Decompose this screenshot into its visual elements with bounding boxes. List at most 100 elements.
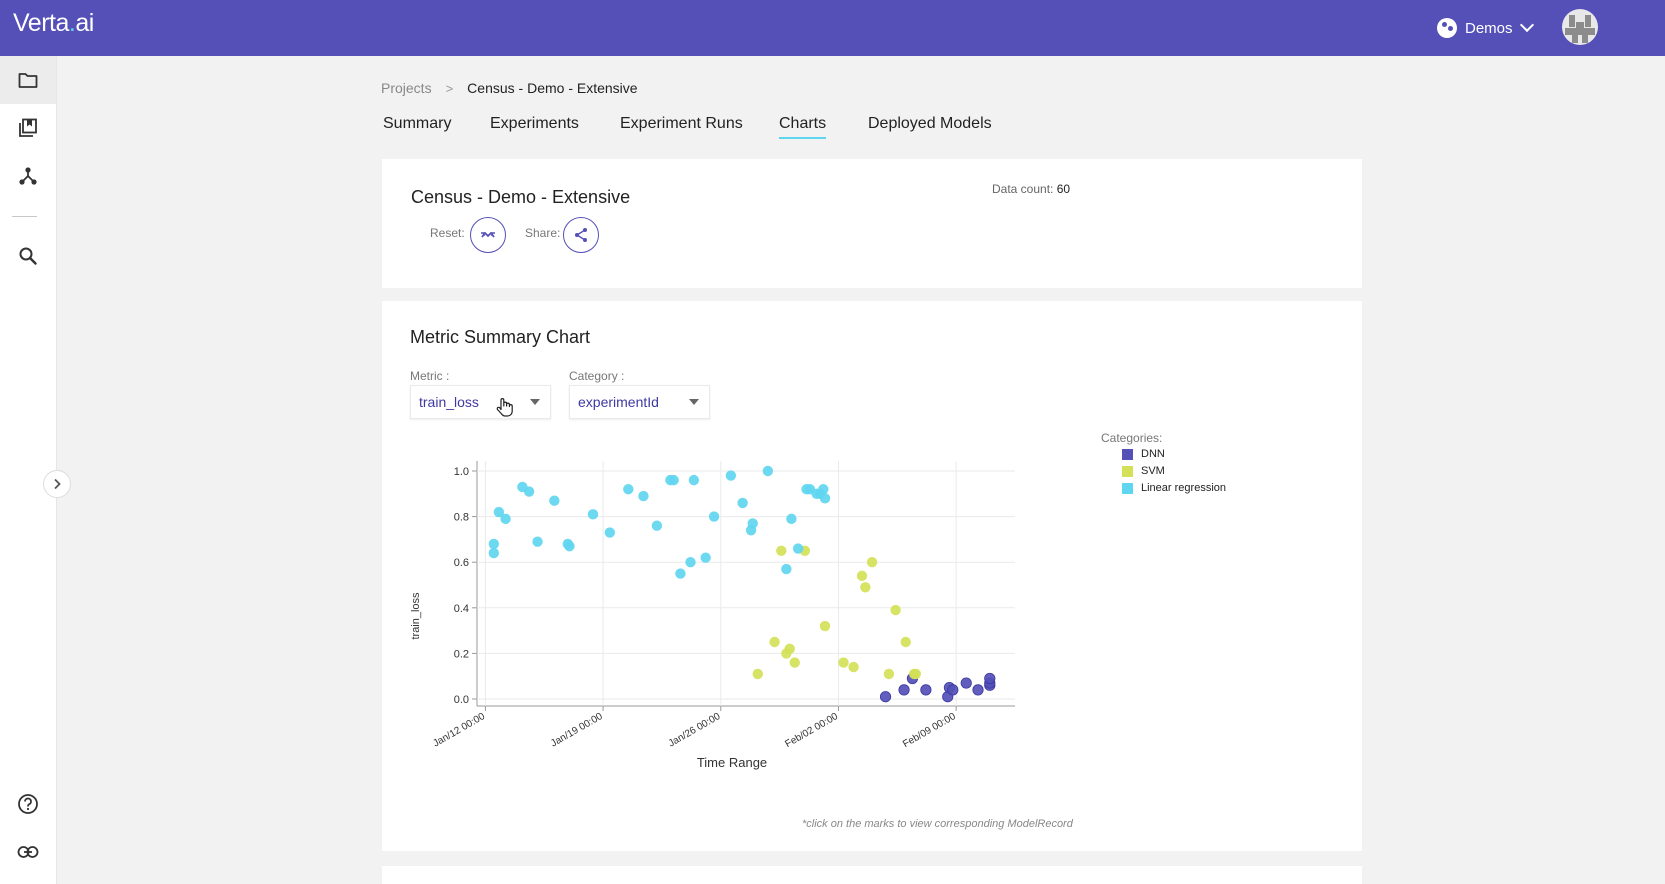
- data-point[interactable]: [737, 497, 748, 509]
- data-point[interactable]: [972, 684, 984, 696]
- data-point[interactable]: [638, 490, 649, 502]
- legend-swatch: [1122, 448, 1133, 460]
- y-axis: 0.0 0.2 0.4 0.6 0.8 1.0: [454, 466, 477, 706]
- share-label: Share:: [525, 226, 561, 240]
- user-avatar[interactable]: [1562, 9, 1598, 45]
- data-point[interactable]: [623, 484, 634, 495]
- data-point[interactable]: [604, 527, 616, 538]
- data-point[interactable]: [500, 513, 511, 525]
- hand-cursor-icon: [496, 398, 513, 417]
- legend-item-linear-regression[interactable]: Linear regression: [1122, 481, 1226, 495]
- data-point[interactable]: [818, 484, 829, 495]
- data-point[interactable]: [532, 536, 543, 547]
- data-point[interactable]: [792, 543, 804, 554]
- tab-deployed-models[interactable]: Deployed Models: [868, 115, 992, 133]
- data-point[interactable]: [564, 541, 575, 552]
- category-select[interactable]: experimentId: [569, 385, 710, 419]
- hierarchy-icon: [19, 167, 37, 185]
- data-point[interactable]: [848, 661, 859, 673]
- sidebar: [0, 56, 57, 884]
- tab-summary[interactable]: Summary: [383, 115, 451, 133]
- sidebar-item-deployments[interactable]: [0, 152, 56, 200]
- bookmark-stack-icon: [19, 118, 37, 137]
- data-point[interactable]: [688, 474, 700, 486]
- caret-down-icon: [689, 399, 699, 405]
- metric-summary-card: Metric Summary Chart Metric : train_loss…: [382, 301, 1362, 851]
- reset-button[interactable]: [470, 217, 506, 253]
- category-select-value: experimentId: [578, 394, 659, 410]
- data-point[interactable]: [587, 509, 599, 520]
- sidebar-item-datasets[interactable]: [0, 104, 56, 152]
- data-point[interactable]: [685, 557, 696, 568]
- metric-label: Metric :: [410, 369, 450, 383]
- legend-item-dnn[interactable]: DNN: [1122, 447, 1165, 461]
- data-point[interactable]: [910, 668, 922, 680]
- reset-icon: [481, 232, 495, 238]
- caret-down-icon: [530, 399, 540, 405]
- data-point[interactable]: [488, 538, 500, 550]
- data-point[interactable]: [879, 691, 892, 703]
- y-tick-label: 0.6: [454, 557, 469, 569]
- data-point[interactable]: [960, 677, 972, 689]
- legend-item-svm[interactable]: SVM: [1122, 464, 1165, 478]
- data-point[interactable]: [668, 474, 679, 486]
- data-point[interactable]: [708, 511, 720, 522]
- data-point[interactable]: [769, 636, 780, 648]
- data-point[interactable]: [752, 668, 763, 680]
- chevron-down-icon: [1519, 17, 1534, 33]
- breadcrumb-projects[interactable]: Projects: [381, 80, 432, 96]
- metric-select[interactable]: train_loss: [410, 385, 551, 419]
- data-point[interactable]: [725, 470, 737, 481]
- data-count: Data count: 60: [992, 182, 1071, 196]
- data-point[interactable]: [776, 545, 787, 556]
- data-point[interactable]: [762, 465, 774, 477]
- x-tick-label: Jan/12 00:00: [431, 711, 487, 750]
- sidebar-item-projects[interactable]: [0, 56, 56, 104]
- data-point[interactable]: [866, 557, 878, 568]
- data-point[interactable]: [819, 620, 831, 632]
- workspace-selector[interactable]: Demos: [1437, 16, 1534, 40]
- data-point[interactable]: [947, 684, 959, 696]
- legend-title: Categories:: [1101, 431, 1163, 445]
- share-button[interactable]: [563, 217, 599, 253]
- data-point[interactable]: [747, 518, 758, 529]
- data-point[interactable]: [675, 568, 686, 579]
- data-point[interactable]: [488, 547, 500, 559]
- data-point[interactable]: [920, 684, 932, 696]
- tab-experiment-runs[interactable]: Experiment Runs: [620, 115, 743, 133]
- x-tick-label: Jan/19 00:00: [549, 711, 605, 750]
- link-icon: [17, 846, 39, 858]
- scatter-plot: 0.0 0.2 0.4 0.6 0.8 1.0 Jan/12 00:00 Jan/19 00…: [410, 461, 1015, 770]
- sidebar-item-search[interactable]: [0, 232, 56, 280]
- legend-label: Linear regression: [1141, 482, 1226, 494]
- data-point[interactable]: [890, 604, 901, 616]
- data-point[interactable]: [781, 563, 792, 575]
- data-point[interactable]: [819, 493, 831, 504]
- verta-logo[interactable]: Verta.ai: [13, 9, 94, 38]
- data-point[interactable]: [838, 657, 849, 668]
- y-axis-title: train_loss: [410, 592, 422, 640]
- data-point[interactable]: [900, 636, 911, 648]
- data-point[interactable]: [786, 513, 797, 525]
- data-point[interactable]: [883, 668, 895, 680]
- data-point[interactable]: [860, 582, 871, 593]
- breadcrumb-separator: >: [445, 80, 454, 96]
- data-point[interactable]: [984, 672, 996, 685]
- data-point[interactable]: [549, 495, 560, 506]
- data-point[interactable]: [651, 520, 663, 531]
- data-point[interactable]: [856, 570, 868, 582]
- tab-experiments[interactable]: Experiments: [490, 115, 579, 133]
- y-tick-label: 0.8: [454, 512, 469, 524]
- data-point[interactable]: [898, 684, 910, 696]
- sidebar-expand-button[interactable]: [43, 470, 71, 498]
- y-tick-label: 0.0: [454, 694, 469, 706]
- data-point[interactable]: [784, 643, 795, 655]
- data-point[interactable]: [700, 552, 711, 563]
- data-point[interactable]: [523, 486, 535, 497]
- data-point[interactable]: [789, 657, 800, 668]
- sidebar-item-help[interactable]: [0, 780, 56, 828]
- project-summary-card: Census - Demo - Extensive Data count: 60…: [382, 159, 1362, 288]
- x-tick-label: Jan/26 00:00: [667, 711, 723, 750]
- tab-charts[interactable]: Charts: [779, 115, 827, 139]
- sidebar-item-links[interactable]: [0, 828, 56, 876]
